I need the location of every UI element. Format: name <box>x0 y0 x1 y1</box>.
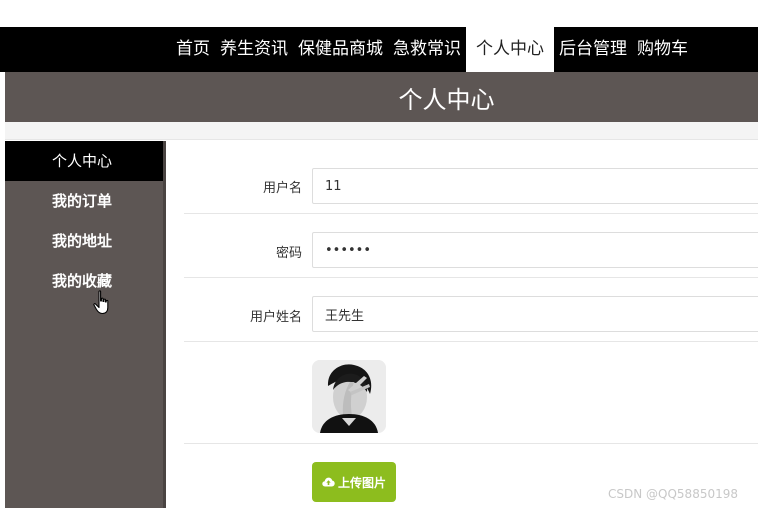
username-input[interactable] <box>312 168 758 204</box>
username-label: 用户名 <box>262 181 302 196</box>
password-input[interactable] <box>312 232 758 268</box>
cloud-upload-icon <box>322 477 335 487</box>
sidebar: 个人中心 我的订单 我的地址 我的收藏 <box>5 141 166 508</box>
nav-item-admin[interactable]: 后台管理 <box>554 27 632 72</box>
hand-cursor-icon <box>93 290 109 315</box>
sidebar-item-my-favorites[interactable]: 我的收藏 <box>5 261 163 301</box>
nav-item-health-news[interactable]: 养生资讯 <box>215 27 293 72</box>
page-banner: 个人中心 <box>5 72 758 122</box>
page-title: 个人中心 <box>398 85 495 114</box>
form-row-username: 用户名 <box>184 141 758 214</box>
upload-image-label: 上传图片 <box>337 475 386 490</box>
content-divider <box>5 122 758 140</box>
profile-form: 用户名 密码 用户姓名 上传图片 <box>184 141 758 508</box>
nav-item-cart[interactable]: 购物车 <box>632 27 693 72</box>
nav-item-health-store[interactable]: 保健品商城 <box>293 27 388 72</box>
csdn-watermark: CSDN @QQ58850198 <box>608 487 738 501</box>
sidebar-item-my-addresses[interactable]: 我的地址 <box>5 221 163 261</box>
realname-input[interactable] <box>312 296 758 332</box>
nav-item-first-aid[interactable]: 急救常识 <box>388 27 466 72</box>
form-row-avatar <box>184 342 758 444</box>
form-row-realname: 用户姓名 <box>184 278 758 342</box>
realname-label: 用户姓名 <box>249 310 302 325</box>
avatar <box>312 360 386 433</box>
password-label: 密码 <box>275 246 302 261</box>
sidebar-item-my-orders[interactable]: 我的订单 <box>5 181 163 221</box>
nav-item-home[interactable]: 首页 <box>171 27 215 72</box>
upload-image-button[interactable]: 上传图片 <box>312 462 396 502</box>
sidebar-item-personal-center[interactable]: 个人中心 <box>5 141 163 181</box>
nav-item-personal-center[interactable]: 个人中心 <box>466 27 554 72</box>
top-navigation: 首页 养生资讯 保健品商城 急救常识 个人中心 后台管理 购物车 <box>0 27 758 72</box>
form-row-password: 密码 <box>184 214 758 278</box>
